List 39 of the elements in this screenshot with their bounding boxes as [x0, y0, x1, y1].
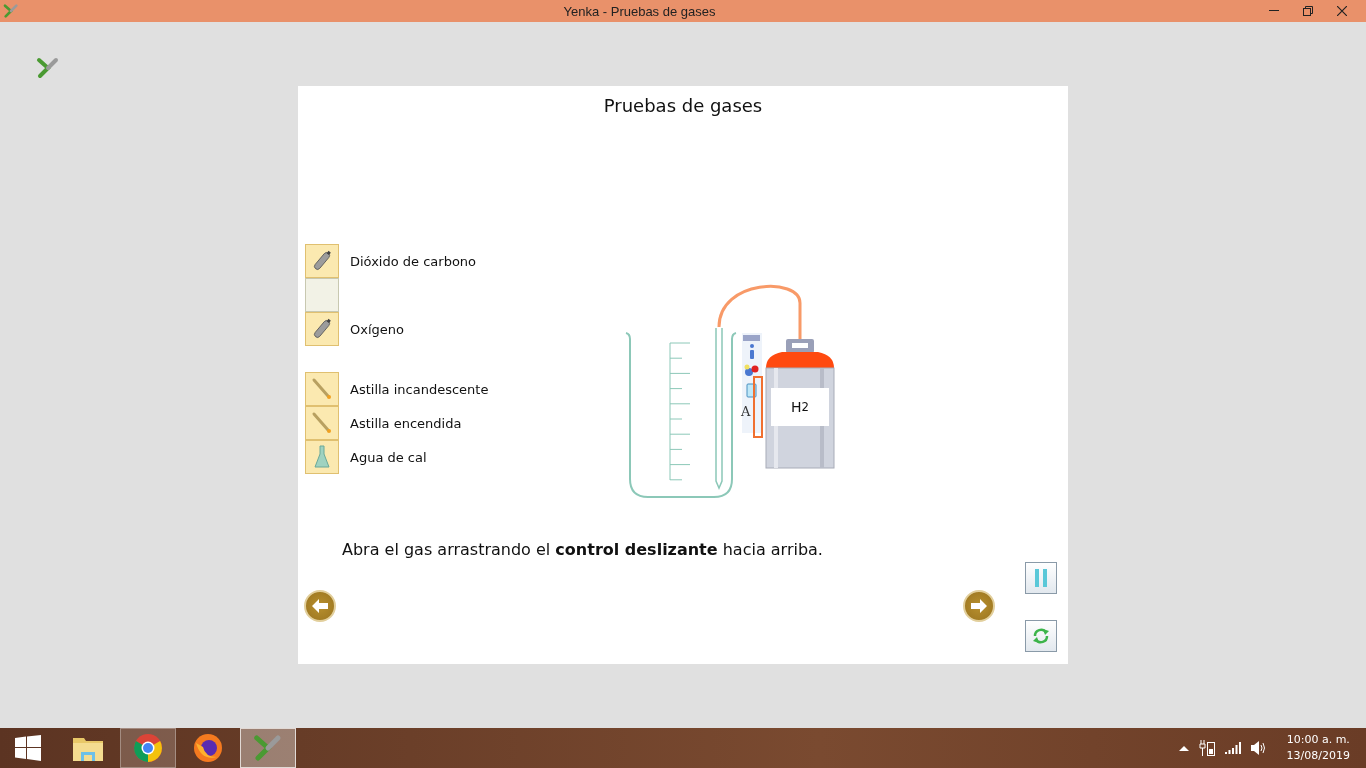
- pause-icon: [1034, 569, 1048, 587]
- minimize-icon: [1269, 10, 1279, 12]
- tool-button[interactable]: [305, 312, 339, 346]
- text-tool-glyph[interactable]: A: [741, 404, 751, 420]
- caret-up-icon[interactable]: [1178, 745, 1189, 751]
- tool-button[interactable]: [305, 244, 339, 278]
- tool-label: Astilla incandescente: [350, 381, 489, 397]
- empty-slot: [305, 278, 339, 312]
- refresh-icon: [1032, 627, 1050, 645]
- flask-icon: [314, 445, 330, 469]
- tool-label: Astilla encendida: [350, 415, 462, 431]
- clock-date[interactable]: 13/08/2019: [1286, 748, 1350, 764]
- next-button[interactable]: [963, 590, 995, 622]
- close-icon: [1337, 6, 1347, 16]
- tool-label: Agua de cal: [350, 449, 427, 465]
- browser-logo-icon: [133, 733, 163, 763]
- right-arrow-icon: [971, 599, 987, 613]
- reset-button[interactable]: [1025, 620, 1057, 652]
- window-title: Yenka - Pruebas de gases: [562, 3, 717, 19]
- restore-icon: [1303, 6, 1313, 16]
- app-logo-icon: [3, 3, 19, 19]
- tool-button[interactable]: [305, 372, 339, 406]
- fox-globe-icon: [193, 733, 223, 763]
- battery-plug-icon[interactable]: [1198, 740, 1215, 756]
- pause-button[interactable]: [1025, 562, 1057, 594]
- back-button[interactable]: [304, 590, 336, 622]
- highlight-frame: [753, 376, 763, 438]
- clock-time[interactable]: 10:00 a. m.: [1286, 732, 1350, 748]
- tool-label: Dióxido de carbono: [350, 253, 477, 269]
- signal-bars-icon[interactable]: [1224, 742, 1241, 754]
- activity-title: Pruebas de gases: [602, 94, 764, 118]
- tool-label: Oxígeno: [350, 321, 404, 337]
- wooden-splint-icon: [311, 411, 333, 435]
- windows-logo-icon: [15, 735, 41, 761]
- speaker-icon[interactable]: [1250, 741, 1267, 755]
- tool-button[interactable]: [305, 406, 339, 440]
- instruction-text: Abra el gas arrastrando el control deslizante hacia arriba.: [342, 540, 824, 560]
- wooden-splint-icon: [311, 377, 333, 401]
- left-arrow-icon: [312, 599, 328, 613]
